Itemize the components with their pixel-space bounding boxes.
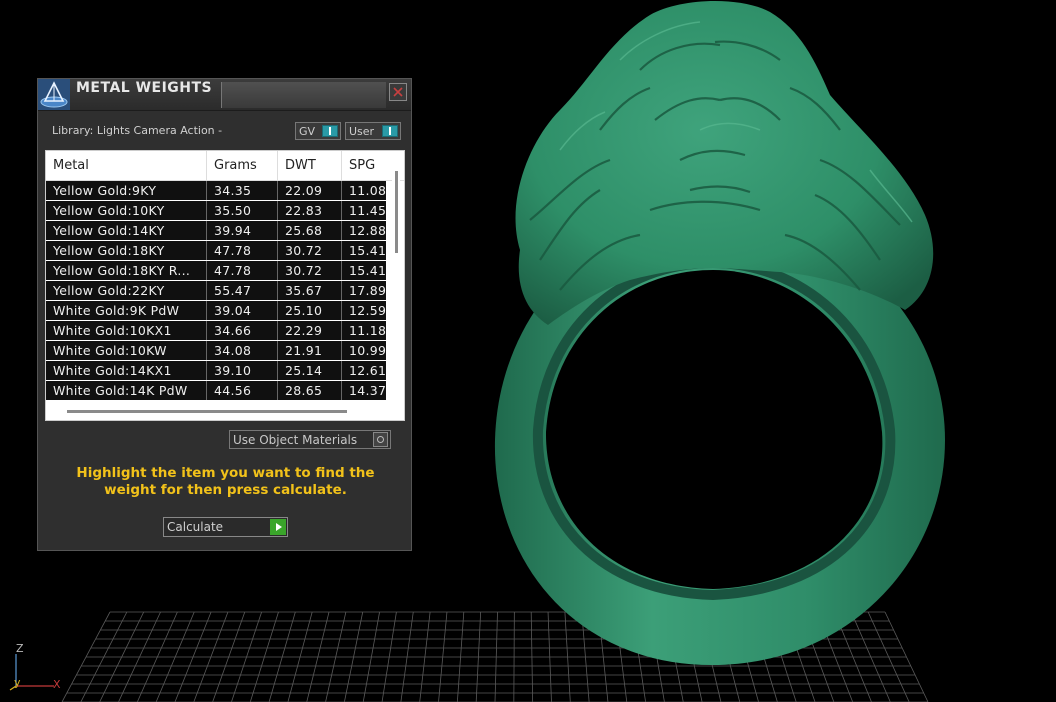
cell-metal: White Gold:9K PdW: [46, 301, 207, 320]
cell-spg: 15.41: [349, 263, 386, 278]
cell-grams: 35.50: [207, 201, 278, 220]
table-row[interactable]: Yellow Gold:9KY 34.35 22.09 11.08: [46, 181, 386, 200]
cell-dwt: 25.10: [278, 301, 342, 320]
gv-toggle-label: GV: [299, 125, 316, 138]
table-row[interactable]: White Gold:14K PdW 44.56 28.65 14.37: [46, 381, 386, 400]
close-icon: [393, 87, 403, 97]
cell-dwt: 35.67: [278, 281, 342, 300]
cell-spg: 12.61: [349, 363, 386, 378]
cell-metal: Yellow Gold:10KY: [46, 201, 207, 220]
metal-weights-panel: METAL WEIGHTS Library: Lights Camera Act…: [37, 78, 412, 551]
toggle-switch-icon: [382, 125, 398, 137]
title-bar-track: [221, 82, 386, 108]
cell-grams: 34.66: [207, 321, 278, 340]
use-object-materials-label: Use Object Materials: [233, 433, 358, 447]
cell-spg: 17.89: [349, 283, 386, 298]
cell-dwt: 30.72: [278, 241, 342, 260]
cell-metal: Yellow Gold:22KY: [46, 281, 207, 300]
cell-spg: 11.08: [349, 183, 386, 198]
axis-y-label: y: [14, 676, 21, 689]
column-header-dwt[interactable]: DWT: [278, 151, 342, 180]
axis-z-label: Z: [16, 642, 24, 655]
cell-grams: 47.78: [207, 261, 278, 280]
calculate-label: Calculate: [167, 520, 224, 534]
cell-metal: Yellow Gold:14KY: [46, 221, 207, 240]
close-button[interactable]: [389, 83, 407, 101]
cell-metal: White Gold:10KW: [46, 341, 207, 360]
vertical-scroll-thumb[interactable]: [395, 171, 398, 253]
table-row[interactable]: Yellow Gold:18KY R... 47.78 30.72 15.41: [46, 261, 386, 280]
cell-grams: 34.08: [207, 341, 278, 360]
radio-icon: [373, 432, 388, 447]
table-row[interactable]: White Gold:10KX1 34.66 22.29 11.18: [46, 321, 386, 340]
cell-grams: 44.56: [207, 381, 278, 400]
app-logo-icon: [38, 79, 70, 110]
cell-dwt: 22.83: [278, 201, 342, 220]
table-row[interactable]: Yellow Gold:18KY 47.78 30.72 15.41: [46, 241, 386, 260]
calculate-button[interactable]: Calculate: [163, 517, 288, 537]
instruction-text: Highlight the item you want to find the …: [76, 465, 375, 498]
table-row[interactable]: White Gold:14KX1 39.10 25.14 12.61: [46, 361, 386, 380]
user-toggle[interactable]: User: [345, 122, 401, 140]
cell-spg: 12.59: [349, 303, 386, 318]
cell-spg: 10.99: [349, 343, 386, 358]
cell-dwt: 22.29: [278, 321, 342, 340]
table-row[interactable]: Yellow Gold:22KY 55.47 35.67 17.89: [46, 281, 386, 300]
cell-spg: 12.88: [349, 223, 386, 238]
table-header: Metal Grams DWT SPG: [46, 151, 404, 181]
column-header-spg[interactable]: SPG: [342, 151, 386, 180]
cell-metal: White Gold:14K PdW: [46, 381, 207, 400]
cell-dwt: 30.72: [278, 261, 342, 280]
table-row[interactable]: Yellow Gold:14KY 39.94 25.68 12.88: [46, 221, 386, 240]
cell-metal: Yellow Gold:18KY R...: [46, 261, 207, 280]
cell-dwt: 28.65: [278, 381, 342, 400]
table-body: Yellow Gold:9KY 34.35 22.09 11.08 Yellow Gol…: [46, 181, 386, 401]
cell-metal: White Gold:10KX1: [46, 321, 207, 340]
metal-table: Metal Grams DWT SPG Yellow Gold:9KY 34.35…: [45, 150, 405, 421]
cell-spg: 11.45: [349, 203, 386, 218]
table-row[interactable]: White Gold:10KW 34.08 21.91 10.99: [46, 341, 386, 360]
cell-grams: 39.94: [207, 221, 278, 240]
cell-dwt: 25.68: [278, 221, 342, 240]
library-label: Library: Lights Camera Action -: [52, 124, 223, 137]
cell-spg: 14.37: [349, 383, 386, 398]
toggle-switch-icon: [322, 125, 338, 137]
axis-x-label: X: [53, 678, 61, 691]
cell-dwt: 22.09: [278, 181, 342, 200]
cell-grams: 55.47: [207, 281, 278, 300]
gv-toggle[interactable]: GV: [295, 122, 341, 140]
use-object-materials-toggle[interactable]: Use Object Materials: [229, 430, 391, 449]
panel-title: METAL WEIGHTS: [76, 80, 213, 96]
horizontal-scroll-thumb[interactable]: [67, 410, 347, 413]
cell-grams: 34.35: [207, 181, 278, 200]
title-separator: [221, 82, 222, 108]
cell-metal: White Gold:14KX1: [46, 361, 207, 380]
play-icon: [270, 519, 286, 535]
user-toggle-label: User: [349, 125, 375, 138]
cell-grams: 39.04: [207, 301, 278, 320]
table-row[interactable]: White Gold:9K PdW 39.04 25.10 12.59: [46, 301, 386, 320]
cell-spg: 11.18: [349, 323, 386, 338]
column-header-metal[interactable]: Metal: [46, 151, 207, 180]
cell-dwt: 25.14: [278, 361, 342, 380]
axis-gizmo: Z X y: [6, 640, 66, 696]
table-row[interactable]: Yellow Gold:10KY 35.50 22.83 11.45: [46, 201, 386, 220]
cell-metal: Yellow Gold:18KY: [46, 241, 207, 260]
cell-grams: 39.10: [207, 361, 278, 380]
cell-grams: 47.78: [207, 241, 278, 260]
cell-spg: 15.41: [349, 243, 386, 258]
column-header-grams[interactable]: Grams: [207, 151, 278, 180]
cell-dwt: 21.91: [278, 341, 342, 360]
panel-titlebar[interactable]: METAL WEIGHTS: [38, 79, 411, 111]
cell-metal: Yellow Gold:9KY: [46, 181, 207, 200]
